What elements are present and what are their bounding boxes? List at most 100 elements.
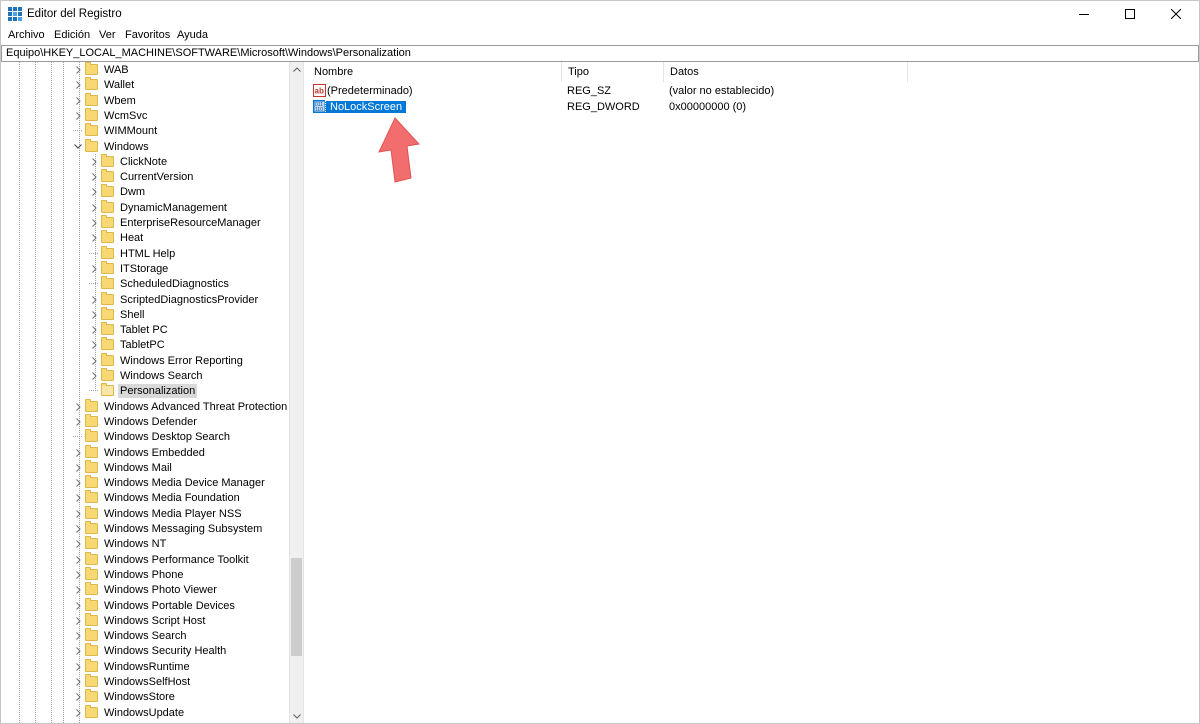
tree-node-windowsruntime[interactable]: WindowsRuntime bbox=[71, 659, 192, 674]
chevron-right-icon[interactable] bbox=[71, 414, 85, 429]
chevron-right-icon[interactable] bbox=[87, 215, 101, 230]
chevron-right-icon[interactable] bbox=[87, 200, 101, 215]
chevron-right-icon[interactable] bbox=[71, 506, 85, 521]
chevron-right-icon[interactable] bbox=[71, 674, 85, 689]
tree-node-tabletpc[interactable]: TabletPC bbox=[87, 337, 167, 352]
chevron-right-icon[interactable] bbox=[71, 613, 85, 628]
tree-node-enterpriseresourcemanager[interactable]: EnterpriseResourceManager bbox=[87, 215, 263, 230]
chevron-right-icon[interactable] bbox=[71, 659, 85, 674]
column-header-type[interactable]: Tipo bbox=[562, 62, 664, 82]
chevron-right-icon[interactable] bbox=[87, 230, 101, 245]
value-row-predeterminado[interactable]: ab (Predeterminado) REG_SZ (valor no est… bbox=[308, 83, 1199, 99]
scroll-down-button[interactable] bbox=[290, 709, 303, 723]
chevron-right-icon[interactable] bbox=[87, 184, 101, 199]
tree-node-wcmsvc[interactable]: WcmSvc bbox=[71, 108, 149, 123]
menu-edicion[interactable]: Edición bbox=[53, 29, 91, 41]
chevron-right-icon[interactable] bbox=[71, 643, 85, 658]
tree-node-windows-security-health[interactable]: Windows Security Health bbox=[71, 643, 228, 658]
tree-node-windows[interactable]: Windows bbox=[71, 139, 151, 154]
tree-node-windowsstore[interactable]: WindowsStore bbox=[71, 689, 177, 704]
tree-node-wimmount[interactable]: WIMMount bbox=[71, 123, 159, 138]
tree-node-scripteddiagnosticsprovider[interactable]: ScriptedDiagnosticsProvider bbox=[87, 292, 260, 307]
chevron-right-icon[interactable] bbox=[71, 475, 85, 490]
chevron-right-icon[interactable] bbox=[87, 322, 101, 337]
chevron-down-icon[interactable] bbox=[71, 139, 85, 154]
chevron-right-icon[interactable] bbox=[87, 292, 101, 307]
column-header-name[interactable]: Nombre bbox=[308, 62, 562, 82]
minimize-button[interactable] bbox=[1061, 1, 1107, 27]
menu-favoritos[interactable]: Favoritos bbox=[124, 29, 171, 41]
selected-value-name[interactable]: NoLockScreen bbox=[324, 100, 408, 114]
menu-ver[interactable]: Ver bbox=[98, 29, 117, 41]
tree-node-itstorage[interactable]: ITStorage bbox=[87, 261, 170, 276]
tree-node-windows-messaging-subsystem[interactable]: Windows Messaging Subsystem bbox=[71, 521, 264, 536]
menu-ayuda[interactable]: Ayuda bbox=[176, 29, 209, 41]
chevron-right-icon[interactable] bbox=[87, 353, 101, 368]
chevron-right-icon[interactable] bbox=[71, 62, 85, 77]
tree-node-scheduleddiagnostics[interactable]: ScheduledDiagnostics bbox=[87, 276, 231, 291]
chevron-right-icon[interactable] bbox=[71, 460, 85, 475]
chevron-right-icon[interactable] bbox=[71, 552, 85, 567]
tree-node-windows-search[interactable]: Windows Search bbox=[71, 628, 189, 643]
tree-node-windows-phone[interactable]: Windows Phone bbox=[71, 567, 186, 582]
chevron-right-icon[interactable] bbox=[71, 536, 85, 551]
chevron-right-icon[interactable] bbox=[71, 445, 85, 460]
chevron-right-icon[interactable] bbox=[71, 399, 85, 414]
chevron-right-icon[interactable] bbox=[71, 582, 85, 597]
tree-node-windows-media-foundation[interactable]: Windows Media Foundation bbox=[71, 490, 242, 505]
maximize-button[interactable] bbox=[1107, 1, 1153, 27]
chevron-right-icon[interactable] bbox=[71, 108, 85, 123]
tree-node-windows-error-reporting[interactable]: Windows Error Reporting bbox=[87, 353, 245, 368]
tree-node-windows-mail[interactable]: Windows Mail bbox=[71, 460, 174, 475]
tree-node-windowsselfhost[interactable]: WindowsSelfHost bbox=[71, 674, 192, 689]
tree-node-windows-advanced-threat-protection[interactable]: Windows Advanced Threat Protection bbox=[71, 399, 289, 414]
tree-node-windows-media-device-manager[interactable]: Windows Media Device Manager bbox=[71, 475, 267, 490]
chevron-right-icon[interactable] bbox=[71, 689, 85, 704]
chevron-right-icon[interactable] bbox=[71, 705, 85, 720]
chevron-right-icon[interactable] bbox=[71, 567, 85, 582]
tree-node-windows-script-host[interactable]: Windows Script Host bbox=[71, 613, 207, 628]
tree-node-dynamicmanagement[interactable]: DynamicManagement bbox=[87, 200, 229, 215]
tree-node-windows-search[interactable]: Windows Search bbox=[87, 368, 205, 383]
chevron-right-icon[interactable] bbox=[71, 628, 85, 643]
tree-node-windows-desktop-search[interactable]: Windows Desktop Search bbox=[71, 429, 232, 444]
value-row-nolockscreen[interactable]: 011 110 NoLockScreen REG_DWORD 0x0000000… bbox=[308, 99, 1199, 115]
tree-node-windows-nt[interactable]: Windows NT bbox=[71, 536, 168, 551]
tree-node-windows-photo-viewer[interactable]: Windows Photo Viewer bbox=[71, 582, 219, 597]
tree-node-wab[interactable]: WAB bbox=[71, 62, 131, 77]
tree-node-tablet-pc[interactable]: Tablet PC bbox=[87, 322, 170, 337]
tree-node-windowsupdate[interactable]: WindowsUpdate bbox=[71, 705, 186, 720]
tree-node-windows-media-player-nss[interactable]: Windows Media Player NSS bbox=[71, 506, 244, 521]
tree-node-windows-portable-devices[interactable]: Windows Portable Devices bbox=[71, 598, 237, 613]
tree-node-personalization[interactable]: Personalization bbox=[87, 383, 198, 398]
tree-node-windows-embedded[interactable]: Windows Embedded bbox=[71, 445, 207, 460]
chevron-right-icon[interactable] bbox=[71, 77, 85, 92]
chevron-right-icon[interactable] bbox=[71, 598, 85, 613]
chevron-right-icon[interactable] bbox=[71, 490, 85, 505]
tree-scrollbar[interactable] bbox=[289, 62, 303, 723]
tree-node-dwm[interactable]: Dwm bbox=[87, 184, 147, 199]
tree-node-heat[interactable]: Heat bbox=[87, 230, 145, 245]
tree-node-wallet[interactable]: Wallet bbox=[71, 77, 136, 92]
chevron-right-icon[interactable] bbox=[87, 368, 101, 383]
chevron-right-icon[interactable] bbox=[87, 154, 101, 169]
column-header-data[interactable]: Datos bbox=[664, 62, 908, 82]
chevron-right-icon[interactable] bbox=[87, 261, 101, 276]
tree-node-windows-defender[interactable]: Windows Defender bbox=[71, 414, 199, 429]
tree-node-wbem[interactable]: Wbem bbox=[71, 93, 138, 108]
chevron-right-icon[interactable] bbox=[71, 521, 85, 536]
chevron-right-icon[interactable] bbox=[87, 169, 101, 184]
chevron-right-icon[interactable] bbox=[71, 93, 85, 108]
chevron-right-icon[interactable] bbox=[87, 337, 101, 352]
tree-node-shell[interactable]: Shell bbox=[87, 307, 146, 322]
scroll-thumb[interactable] bbox=[291, 558, 302, 656]
chevron-right-icon[interactable] bbox=[87, 307, 101, 322]
tree-node-html-help[interactable]: HTML Help bbox=[87, 246, 177, 261]
menu-archivo[interactable]: Archivo bbox=[7, 29, 46, 41]
close-button[interactable] bbox=[1153, 1, 1199, 27]
tree-node-windows-performance-toolkit[interactable]: Windows Performance Toolkit bbox=[71, 552, 251, 567]
scroll-up-button[interactable] bbox=[290, 62, 303, 76]
tree-node-currentversion[interactable]: CurrentVersion bbox=[87, 169, 195, 184]
tree-node-clicknote[interactable]: ClickNote bbox=[87, 154, 169, 169]
address-bar[interactable]: Equipo\HKEY_LOCAL_MACHINE\SOFTWARE\Micro… bbox=[1, 45, 1199, 62]
